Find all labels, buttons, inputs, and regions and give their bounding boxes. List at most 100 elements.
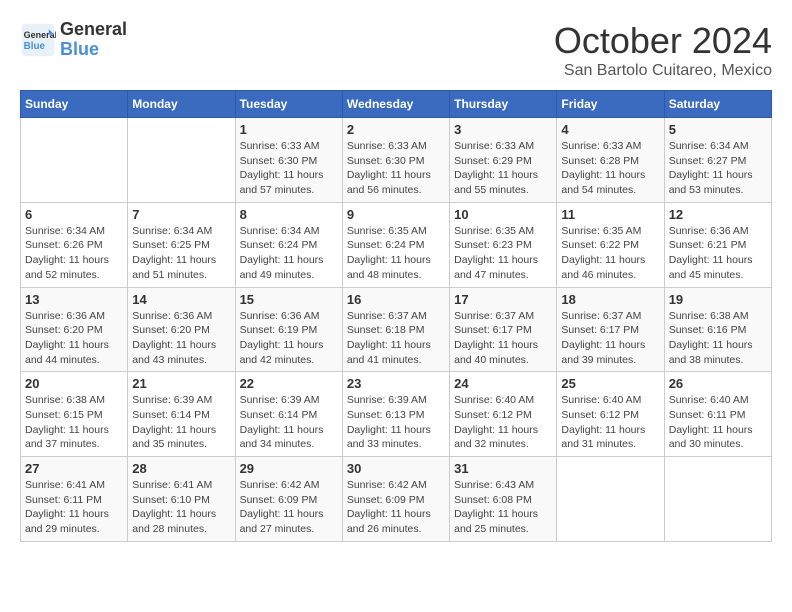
logo-general: General [60,19,127,39]
calendar-cell: 4Sunrise: 6:33 AM Sunset: 6:28 PM Daylig… [557,118,664,203]
day-info: Sunrise: 6:33 AM Sunset: 6:28 PM Dayligh… [561,139,659,198]
day-number: 24 [454,376,552,391]
calendar-cell: 7Sunrise: 6:34 AM Sunset: 6:25 PM Daylig… [128,202,235,287]
weekday-header-friday: Friday [557,91,664,118]
day-info: Sunrise: 6:35 AM Sunset: 6:24 PM Dayligh… [347,224,445,283]
weekday-header-row: SundayMondayTuesdayWednesdayThursdayFrid… [21,91,772,118]
calendar-cell: 27 Sunrise: 6:41 AM Sunset: 6:11 PM Dayli… [21,457,128,542]
calendar-cell: 14 Sunrise: 6:36 AM Sunset: 6:20 PM Dayli… [128,287,235,372]
calendar-cell: 19 Sunrise: 6:38 AM Sunset: 6:16 PM Dayli… [664,287,771,372]
month-title: October 2024 [554,20,772,62]
day-info: Sunrise: 6:41 AM Sunset: 6:11 PM Dayligh… [25,478,123,537]
day-number: 16 [347,292,445,307]
day-number: 2 [347,122,445,137]
day-number: 21 [132,376,230,391]
day-number: 9 [347,207,445,222]
day-info: Sunrise: 6:39 AM Sunset: 6:14 PM Dayligh… [240,393,338,452]
calendar-cell [664,457,771,542]
day-number: 27 [25,461,123,476]
day-info: Sunrise: 6:38 AM Sunset: 6:15 PM Dayligh… [25,393,123,452]
day-info: Sunrise: 6:41 AM Sunset: 6:10 PM Dayligh… [132,478,230,537]
page-header: General Blue General Blue October 2024 S… [20,20,772,80]
day-number: 14 [132,292,230,307]
day-number: 22 [240,376,338,391]
calendar-cell: 5Sunrise: 6:34 AM Sunset: 6:27 PM Daylig… [664,118,771,203]
day-info: Sunrise: 6:42 AM Sunset: 6:09 PM Dayligh… [240,478,338,537]
day-number: 29 [240,461,338,476]
day-info: Sunrise: 6:37 AM Sunset: 6:18 PM Dayligh… [347,309,445,368]
day-info: Sunrise: 6:40 AM Sunset: 6:11 PM Dayligh… [669,393,767,452]
svg-text:Blue: Blue [24,41,46,52]
day-number: 13 [25,292,123,307]
calendar-cell: 13 Sunrise: 6:36 AM Sunset: 6:20 PM Dayli… [21,287,128,372]
logo-blue: Blue [60,40,127,60]
calendar-cell: 6 Sunrise: 6:34 AM Sunset: 6:26 PM Daylig… [21,202,128,287]
day-info: Sunrise: 6:35 AM Sunset: 6:23 PM Dayligh… [454,224,552,283]
day-info: Sunrise: 6:38 AM Sunset: 6:16 PM Dayligh… [669,309,767,368]
calendar-cell: 10 Sunrise: 6:35 AM Sunset: 6:23 PM Dayli… [450,202,557,287]
calendar-cell: 26 Sunrise: 6:40 AM Sunset: 6:11 PM Dayli… [664,372,771,457]
day-number: 18 [561,292,659,307]
calendar-cell: 22 Sunrise: 6:39 AM Sunset: 6:14 PM Dayli… [235,372,342,457]
calendar-cell: 17Sunrise: 6:37 AM Sunset: 6:17 PM Dayli… [450,287,557,372]
day-number: 25 [561,376,659,391]
week-row-5: 27 Sunrise: 6:41 AM Sunset: 6:11 PM Dayli… [21,457,772,542]
calendar-cell: 3 Sunrise: 6:33 AM Sunset: 6:29 PM Daylig… [450,118,557,203]
calendar-cell: 12Sunrise: 6:36 AM Sunset: 6:21 PM Dayli… [664,202,771,287]
weekday-header-saturday: Saturday [664,91,771,118]
day-number: 8 [240,207,338,222]
day-info: Sunrise: 6:34 AM Sunset: 6:24 PM Dayligh… [240,224,338,283]
calendar-cell: 20 Sunrise: 6:38 AM Sunset: 6:15 PM Dayli… [21,372,128,457]
day-info: Sunrise: 6:42 AM Sunset: 6:09 PM Dayligh… [347,478,445,537]
day-number: 15 [240,292,338,307]
day-info: Sunrise: 6:36 AM Sunset: 6:19 PM Dayligh… [240,309,338,368]
day-number: 17 [454,292,552,307]
day-number: 19 [669,292,767,307]
title-block: October 2024 San Bartolo Cuitareo, Mexic… [554,20,772,80]
day-info: Sunrise: 6:36 AM Sunset: 6:21 PM Dayligh… [669,224,767,283]
week-row-4: 20 Sunrise: 6:38 AM Sunset: 6:15 PM Dayli… [21,372,772,457]
logo: General Blue General Blue [20,20,127,60]
day-info: Sunrise: 6:43 AM Sunset: 6:08 PM Dayligh… [454,478,552,537]
day-info: Sunrise: 6:39 AM Sunset: 6:14 PM Dayligh… [132,393,230,452]
day-info: Sunrise: 6:36 AM Sunset: 6:20 PM Dayligh… [25,309,123,368]
week-row-1: 1 Sunrise: 6:33 AM Sunset: 6:30 PM Daylig… [21,118,772,203]
day-number: 30 [347,461,445,476]
calendar-cell: 9 Sunrise: 6:35 AM Sunset: 6:24 PM Daylig… [342,202,449,287]
calendar-cell: 31 Sunrise: 6:43 AM Sunset: 6:08 PM Dayli… [450,457,557,542]
day-info: Sunrise: 6:33 AM Sunset: 6:29 PM Dayligh… [454,139,552,198]
week-row-3: 13 Sunrise: 6:36 AM Sunset: 6:20 PM Dayli… [21,287,772,372]
weekday-header-wednesday: Wednesday [342,91,449,118]
day-info: Sunrise: 6:37 AM Sunset: 6:17 PM Dayligh… [561,309,659,368]
calendar-cell [128,118,235,203]
day-number: 6 [25,207,123,222]
day-number: 20 [25,376,123,391]
calendar-cell: 2 Sunrise: 6:33 AM Sunset: 6:30 PM Daylig… [342,118,449,203]
calendar-cell: 16 Sunrise: 6:37 AM Sunset: 6:18 PM Dayli… [342,287,449,372]
calendar-cell: 21 Sunrise: 6:39 AM Sunset: 6:14 PM Dayli… [128,372,235,457]
day-info: Sunrise: 6:34 AM Sunset: 6:25 PM Dayligh… [132,224,230,283]
day-info: Sunrise: 6:34 AM Sunset: 6:26 PM Dayligh… [25,224,123,283]
day-number: 5 [669,122,767,137]
calendar-cell: 18 Sunrise: 6:37 AM Sunset: 6:17 PM Dayli… [557,287,664,372]
day-info: Sunrise: 6:39 AM Sunset: 6:13 PM Dayligh… [347,393,445,452]
day-number: 3 [454,122,552,137]
day-info: Sunrise: 6:36 AM Sunset: 6:20 PM Dayligh… [132,309,230,368]
weekday-header-thursday: Thursday [450,91,557,118]
week-row-2: 6 Sunrise: 6:34 AM Sunset: 6:26 PM Daylig… [21,202,772,287]
day-number: 26 [669,376,767,391]
calendar-cell [21,118,128,203]
day-number: 10 [454,207,552,222]
calendar-cell: 28Sunrise: 6:41 AM Sunset: 6:10 PM Dayli… [128,457,235,542]
calendar-cell: 15 Sunrise: 6:36 AM Sunset: 6:19 PM Dayli… [235,287,342,372]
day-info: Sunrise: 6:33 AM Sunset: 6:30 PM Dayligh… [240,139,338,198]
day-number: 1 [240,122,338,137]
calendar-cell: 23Sunrise: 6:39 AM Sunset: 6:13 PM Dayli… [342,372,449,457]
calendar-cell [557,457,664,542]
day-info: Sunrise: 6:33 AM Sunset: 6:30 PM Dayligh… [347,139,445,198]
calendar-cell: 25Sunrise: 6:40 AM Sunset: 6:12 PM Dayli… [557,372,664,457]
day-number: 31 [454,461,552,476]
calendar-table: SundayMondayTuesdayWednesdayThursdayFrid… [20,90,772,542]
calendar-cell: 30 Sunrise: 6:42 AM Sunset: 6:09 PM Dayli… [342,457,449,542]
location-subtitle: San Bartolo Cuitareo, Mexico [554,62,772,80]
